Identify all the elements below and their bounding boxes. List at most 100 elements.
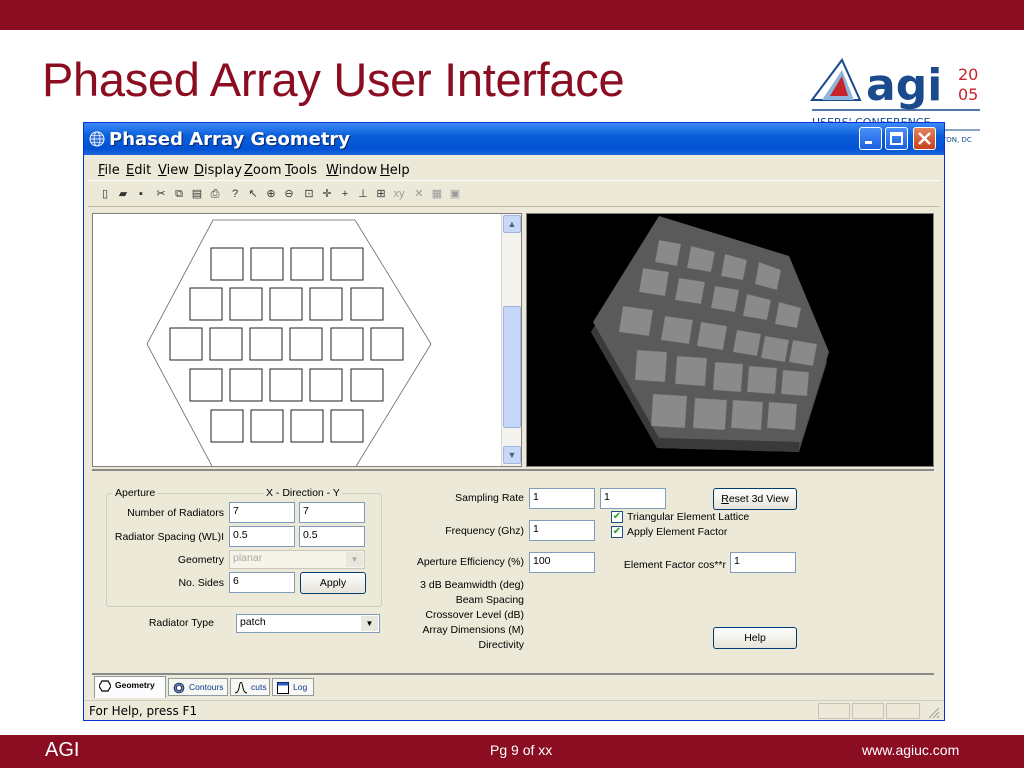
axis-icon[interactable]: ⊥	[356, 187, 370, 201]
frequency-input[interactable]: 1	[529, 520, 595, 541]
copy-icon[interactable]: ⧉	[172, 187, 186, 201]
properties-icon[interactable]: ▦	[430, 187, 444, 201]
tab-cuts[interactable]: cuts	[230, 678, 270, 696]
aperture-efficiency-input[interactable]: 100	[529, 552, 595, 573]
sampling-rate-input-2[interactable]: 1	[600, 488, 666, 509]
menu-window[interactable]: Window	[326, 163, 377, 178]
context-help-icon[interactable]: ↖	[246, 187, 260, 201]
open-icon[interactable]: ▰	[116, 187, 130, 201]
print-icon[interactable]: ⎙	[208, 187, 222, 201]
menu-file[interactable]: File	[98, 163, 120, 178]
scroll-up-button[interactable]: ▲	[503, 215, 521, 233]
maximize-icon	[890, 132, 903, 145]
zoom-fit-icon[interactable]: ⊡	[302, 187, 316, 201]
cut-icon[interactable]: ✂	[154, 187, 168, 201]
menu-edit[interactable]: Edit	[126, 163, 151, 178]
menu-tools[interactable]: Tools	[285, 163, 317, 178]
scroll-down-button[interactable]: ▼	[503, 446, 521, 464]
directivity-label: Directivity	[478, 639, 524, 651]
maximize-button[interactable]	[885, 127, 908, 150]
chevron-down-icon[interactable]: ▼	[361, 616, 378, 631]
log-icon	[277, 682, 289, 694]
sampling-rate-input-1[interactable]: 1	[529, 488, 595, 509]
num-radiators-y-input[interactable]: 7	[299, 502, 365, 523]
frequency-label: Frequency (Ghz)	[445, 525, 524, 537]
element-factor-input[interactable]: 1	[730, 552, 796, 573]
geometry-label: Geometry	[177, 554, 224, 566]
chevron-down-icon: ▼	[346, 552, 363, 567]
reset-3d-view-button[interactable]: Reset 3d View	[713, 488, 797, 510]
aperture-efficiency-label: Aperture Efficiency (%)	[416, 556, 524, 568]
crosshair-icon[interactable]: ✛	[320, 187, 334, 201]
save-icon[interactable]: ▪	[134, 187, 148, 201]
array-3d-render	[591, 216, 829, 452]
geometry-3d-view[interactable]	[526, 213, 934, 467]
help-icon[interactable]: ?	[228, 187, 242, 201]
grid-icon[interactable]: ⊞	[374, 187, 388, 201]
menu-bar: File Edit View Display Zoom Tools Window…	[88, 159, 940, 181]
footer-page-number: Pg 9 of xx	[490, 742, 553, 758]
close-icon	[918, 132, 931, 145]
reset-label: eset 3d View	[728, 493, 789, 505]
scroll-thumb[interactable]	[503, 306, 521, 428]
spacing-y-input[interactable]: 0.5	[299, 526, 365, 547]
beamwidth-label: 3 dB Beamwidth (deg)	[420, 579, 524, 591]
element-factor-label: Element Factor cos**r	[623, 559, 726, 571]
radiator-type-select[interactable]: patch ▼	[236, 614, 380, 633]
array-dimensions-label: Array Dimensions (M)	[422, 624, 524, 636]
plus-icon[interactable]: +	[338, 187, 352, 201]
paste-icon[interactable]: ▤	[190, 187, 204, 201]
menu-zoom[interactable]: Zoom	[244, 163, 281, 178]
svg-text:05: 05	[958, 85, 978, 104]
delete-icon[interactable]: ✕	[412, 187, 426, 201]
geometry-icon	[99, 680, 111, 692]
view-tabs: Geometry Contours cuts Log	[92, 676, 934, 698]
cuts-icon	[235, 682, 247, 694]
contours-icon	[173, 682, 185, 694]
new-icon[interactable]: ▯	[98, 187, 112, 201]
footer-brand: AGI	[45, 739, 80, 761]
tab-geometry[interactable]: Geometry	[94, 676, 166, 698]
geometry-select-value: planar	[233, 552, 263, 564]
radiator-type-label: Radiator Type	[148, 617, 214, 629]
sides-label: No. Sides	[178, 577, 224, 589]
sides-input[interactable]: 6	[229, 572, 295, 593]
status-text: For Help, press F1	[89, 704, 198, 718]
tab-contours[interactable]: Contours	[168, 678, 228, 696]
crossover-level-label: Crossover Level (dB)	[425, 609, 524, 621]
aperture-group-label: Aperture	[113, 487, 158, 499]
help-button[interactable]: Help	[713, 627, 797, 649]
num-radiators-label: Number of Radiators	[127, 507, 224, 519]
toolbar: ▯ ▰ ▪ ✂ ⧉ ▤ ⎙ ? ↖ ⊕ ⊖ ⊡ ✛ + ⊥ ⊞ xy ✕ ▦ ▣	[88, 183, 940, 207]
radiator-type-value: patch	[240, 616, 266, 628]
menu-help[interactable]: Help	[380, 163, 410, 178]
menu-display[interactable]: Display	[194, 163, 242, 178]
zoom-in-icon[interactable]: ⊕	[264, 187, 278, 201]
num-radiators-x-input[interactable]: 7	[229, 502, 295, 523]
apply-button[interactable]: Apply	[300, 572, 366, 594]
vertical-scrollbar[interactable]: ▲ ▼	[501, 214, 521, 466]
reset-accel: R	[721, 493, 729, 505]
xy-icon[interactable]: xy	[392, 187, 406, 201]
minimize-button[interactable]	[859, 127, 882, 150]
tab-cuts-label: cuts	[251, 682, 267, 692]
triangular-lattice-label: Triangular Element Lattice	[627, 511, 750, 523]
zoom-out-icon[interactable]: ⊖	[282, 187, 296, 201]
document-icon[interactable]: ▣	[448, 187, 462, 201]
footer-url[interactable]: www.agiuc.com	[862, 742, 959, 758]
app-window: Phased Array Geometry File Edit View Dis…	[83, 122, 945, 721]
title-bar[interactable]: Phased Array Geometry	[84, 123, 944, 155]
resize-grip-icon[interactable]	[928, 707, 940, 719]
tab-log[interactable]: Log	[272, 678, 314, 696]
triangular-lattice-checkbox[interactable]: ✔	[611, 511, 623, 523]
geometry-select: planar ▼	[229, 550, 365, 569]
menu-view[interactable]: View	[158, 163, 189, 178]
svg-text:TON, DC: TON, DC	[941, 136, 972, 144]
apply-element-factor-checkbox[interactable]: ✔	[611, 526, 623, 538]
spacing-x-input[interactable]: 0.5	[229, 526, 295, 547]
svg-text:20: 20	[958, 65, 978, 84]
slide-title: Phased Array User Interface	[42, 53, 625, 106]
close-button[interactable]	[913, 127, 936, 150]
geometry-2d-view[interactable]: ▲ ▼	[92, 213, 522, 469]
slide-top-bar	[0, 0, 1024, 30]
